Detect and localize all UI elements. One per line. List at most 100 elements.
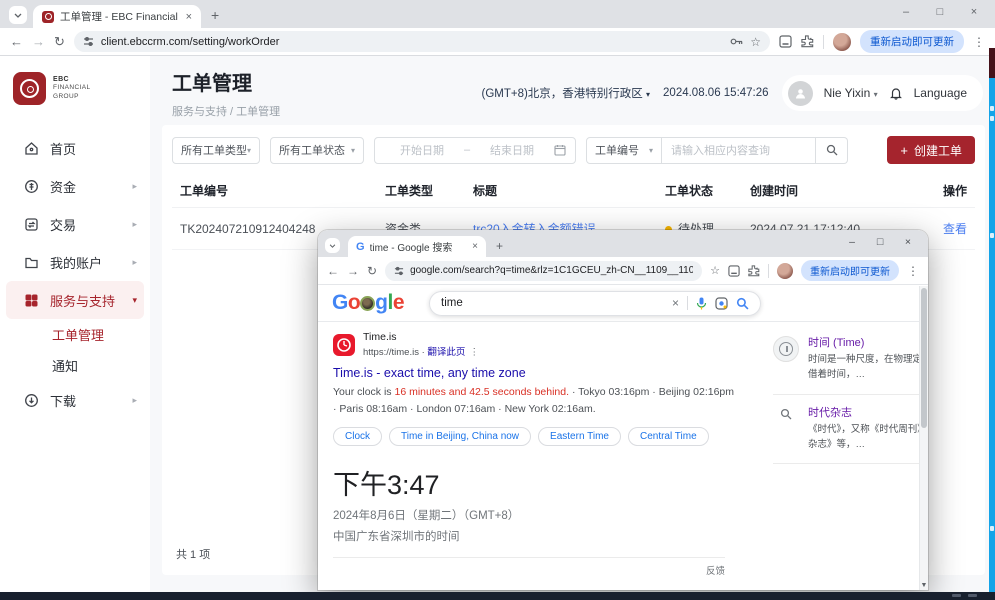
- reload-button[interactable]: ↻: [367, 264, 377, 278]
- google-doodle-logo[interactable]: Gogle: [332, 291, 404, 315]
- browser-profile-avatar[interactable]: [777, 263, 793, 279]
- sidebar-item-trade[interactable]: 交易 ▸: [0, 205, 150, 243]
- password-key-icon[interactable]: [730, 37, 743, 46]
- chevron-down-icon: [14, 13, 22, 18]
- restart-update-button[interactable]: 重新启动即可更新: [860, 30, 964, 53]
- popup-window-controls: – □ ×: [838, 233, 922, 251]
- sidebar-subitem-notifications[interactable]: 通知: [0, 350, 150, 381]
- side-panel-icon[interactable]: [779, 35, 792, 48]
- result-source-timeis[interactable]: Time.is https://time.is · 翻译此页⋮: [333, 331, 735, 358]
- bookmark-star-icon[interactable]: ☆: [750, 35, 761, 49]
- translate-link[interactable]: 翻译此页: [427, 347, 465, 358]
- search-results: Time.is https://time.is · 翻译此页⋮ Time.is …: [333, 331, 735, 590]
- forward-button[interactable]: →: [347, 264, 359, 278]
- browser-menu-icon[interactable]: ⋮: [907, 264, 919, 278]
- popup-scrollbar[interactable]: ▼: [919, 286, 928, 590]
- side-item-desc: 《时代》，又称《时代周刊》、杂志》等，…: [808, 423, 920, 452]
- person-icon: [794, 87, 807, 100]
- close-button[interactable]: ×: [894, 233, 922, 251]
- voice-search-mic-icon[interactable]: [696, 297, 707, 310]
- reload-button[interactable]: ↻: [54, 34, 65, 50]
- feedback-link[interactable]: 反馈: [706, 566, 725, 577]
- google-search-box[interactable]: time ×: [429, 291, 761, 316]
- scroll-down-arrow-icon[interactable]: ▼: [920, 582, 928, 589]
- edge-docked-toolbar[interactable]: [989, 78, 995, 592]
- ebc-logo-text: EBC FINANCIAL GROUP: [53, 75, 91, 102]
- extensions-puzzle-icon[interactable]: [748, 265, 760, 277]
- tab-close-icon[interactable]: ×: [472, 241, 478, 252]
- side-item-time[interactable]: 时间 (Time) 时间是一种尺度，在物理定义是借着时间，…: [773, 325, 928, 395]
- side-item-time-magazine[interactable]: 时代杂志 《时代》，又称《时代周刊》、杂志》等，…: [773, 395, 928, 465]
- current-time-display: 下午3:47: [333, 463, 735, 502]
- forward-button[interactable]: →: [32, 34, 45, 49]
- order-type-select[interactable]: 所有工单类型▾: [172, 137, 260, 164]
- current-datetime: 2024.08.06 15:47:26: [663, 87, 769, 99]
- tab-search-button[interactable]: [9, 6, 27, 24]
- result-title-link[interactable]: Time.is - exact time, any time zone: [333, 366, 735, 380]
- chevron-down-icon: ▾: [351, 146, 355, 155]
- google-lens-icon[interactable]: [715, 297, 728, 310]
- timezone-selector[interactable]: (GMT+8)北京，香港特别行政区 ▾: [481, 85, 650, 101]
- back-button[interactable]: ←: [327, 264, 339, 278]
- address-bar[interactable]: client.ebccrm.com/setting/workOrder ☆: [74, 31, 770, 52]
- google-search-page: Gogle time × Time.is https://time.is ·: [318, 285, 928, 590]
- bell-icon[interactable]: [889, 86, 903, 100]
- sidebar-item-home[interactable]: 首页: [0, 129, 150, 167]
- edge-docked-tool-top: [989, 48, 995, 78]
- calendar-icon: [554, 144, 566, 156]
- chevron-down-icon: ▾: [132, 295, 137, 306]
- bookmark-star-icon[interactable]: ☆: [710, 264, 720, 277]
- close-button[interactable]: ×: [957, 2, 991, 22]
- chip-beijing-time[interactable]: Time in Beijing, China now: [389, 427, 531, 446]
- maximize-button[interactable]: □: [923, 2, 957, 22]
- side-panel-icon[interactable]: [728, 265, 740, 277]
- browser-tab-active[interactable]: 工单管理 - EBC Financial Grou... ×: [33, 5, 201, 28]
- side-item-title[interactable]: 时间 (Time): [808, 336, 920, 350]
- popup-tab-search-button[interactable]: [325, 238, 340, 253]
- sidebar-subitem-work-orders[interactable]: 工单管理: [0, 319, 150, 350]
- new-tab-button[interactable]: +: [211, 7, 219, 23]
- sidebar-item-accounts[interactable]: 我的账户 ▸: [0, 243, 150, 281]
- chip-central-time[interactable]: Central Time: [628, 427, 709, 446]
- result-menu-icon[interactable]: ⋮: [469, 347, 479, 358]
- create-work-order-button[interactable]: +创建工单: [887, 136, 975, 164]
- current-date-display: 2024年8月6日（星期二）（GMT+8）: [333, 507, 735, 523]
- browser-profile-avatar[interactable]: [833, 33, 851, 51]
- search-query-text: time: [441, 297, 664, 309]
- chip-eastern-time[interactable]: Eastern Time: [538, 427, 621, 446]
- date-range-picker[interactable]: 开始日期 – 结束日期: [374, 137, 576, 164]
- language-button[interactable]: Language: [914, 86, 967, 100]
- back-button[interactable]: ←: [10, 34, 23, 49]
- browser-menu-icon[interactable]: ⋮: [973, 35, 985, 49]
- search-field-select[interactable]: 工单编号▾: [586, 137, 662, 164]
- result-host: https://time.is · 翻译此页⋮: [363, 344, 479, 358]
- scrollbar-thumb[interactable]: [921, 288, 927, 428]
- user-name[interactable]: Nie Yixin ▾: [824, 86, 878, 100]
- side-item-title[interactable]: 时代杂志: [808, 406, 920, 420]
- popup-tab-active[interactable]: G time - Google 搜索 ×: [348, 236, 486, 257]
- user-pill: Nie Yixin ▾ Language: [782, 75, 983, 111]
- sidebar-item-funds[interactable]: 资金 ▸: [0, 167, 150, 205]
- chip-clock[interactable]: Clock: [333, 427, 382, 446]
- restart-update-button[interactable]: 重新启动即可更新: [801, 260, 899, 281]
- chevron-right-icon: ▸: [132, 395, 137, 406]
- search-group: 工单编号▾ 请输入相应内容查询: [586, 137, 848, 164]
- sidebar-item-downloads[interactable]: 下载 ▸: [0, 381, 150, 419]
- search-input[interactable]: 请输入相应内容查询: [662, 137, 816, 164]
- popup-new-tab-button[interactable]: +: [496, 239, 503, 253]
- app-sidebar: EBC FINANCIAL GROUP 首页 资金 ▸ 交易 ▸ 我: [0, 56, 150, 592]
- sidebar-item-service-support[interactable]: 服务与支持 ▾: [6, 281, 144, 319]
- maximize-button[interactable]: □: [866, 233, 894, 251]
- user-avatar[interactable]: [788, 81, 813, 106]
- home-icon: [24, 141, 39, 156]
- popup-address-bar[interactable]: google.com/search?q=time&rlz=1C1GCEU_zh-…: [385, 261, 702, 281]
- minimize-button[interactable]: –: [889, 2, 923, 22]
- clear-search-icon[interactable]: ×: [672, 296, 679, 310]
- extensions-puzzle-icon[interactable]: [801, 35, 814, 48]
- search-icon[interactable]: [736, 297, 749, 310]
- minimize-button[interactable]: –: [838, 233, 866, 251]
- tab-close-icon[interactable]: ×: [186, 11, 192, 23]
- order-status-select[interactable]: 所有工单状态▾: [270, 137, 364, 164]
- search-button[interactable]: [816, 137, 848, 164]
- url-text: google.com/search?q=time&rlz=1C1GCEU_zh-…: [410, 265, 693, 276]
